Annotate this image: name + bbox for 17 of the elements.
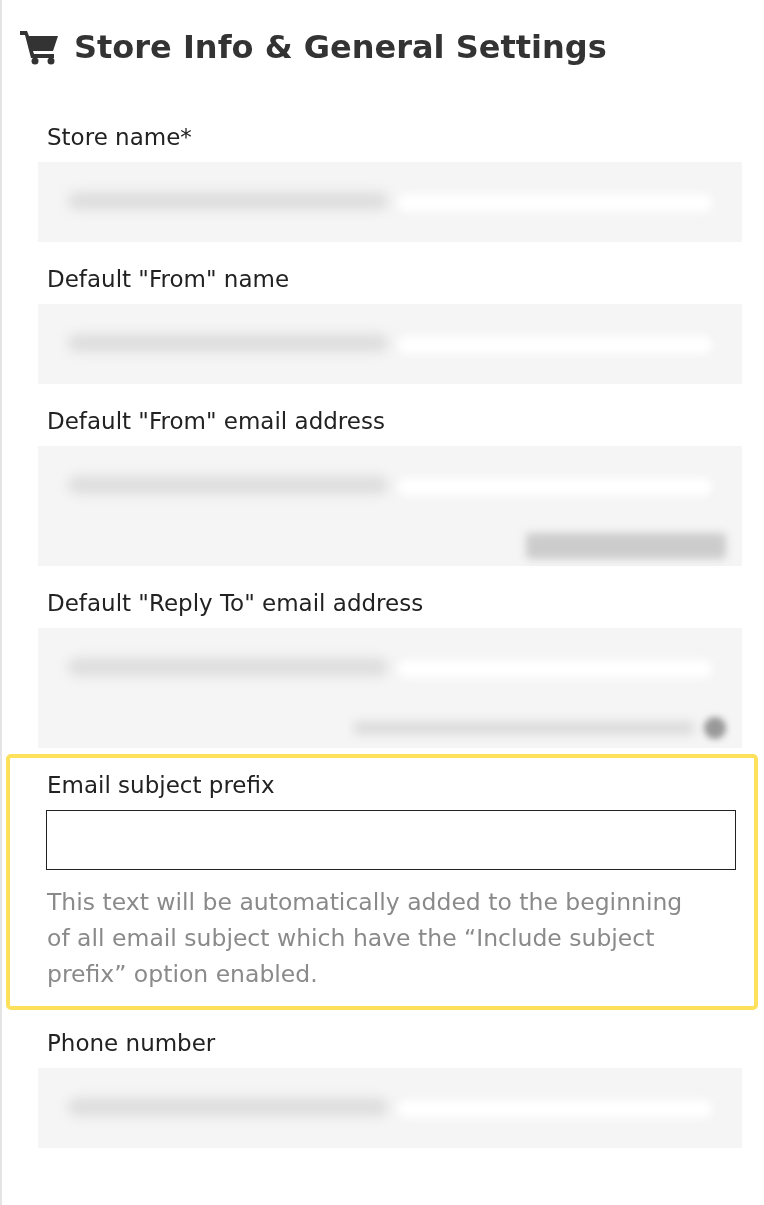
blurred-field[interactable]	[38, 162, 742, 242]
blurred-field[interactable]	[38, 628, 742, 708]
text-input[interactable]	[46, 810, 736, 870]
help-text: This text will be automatically added to the beginning of all email subject which have the “Include subject prefix” option enabled.	[47, 887, 684, 990]
blurred-button[interactable]	[526, 533, 726, 559]
field-label: Default "From" email address	[47, 408, 386, 434]
field-label: Default "Reply To" email address	[47, 590, 425, 616]
blurred-field[interactable]	[38, 304, 742, 384]
blurred-field[interactable]	[38, 1068, 742, 1148]
field-label: Store name*	[47, 124, 193, 150]
field-label: Phone number	[47, 1030, 217, 1056]
section-title: Store Info & General Settings	[74, 28, 607, 66]
field-label: Email subject prefix	[47, 772, 276, 798]
blurred-option[interactable]	[354, 717, 726, 739]
field-label: Default "From" name	[47, 266, 291, 292]
shopping-cart-icon	[20, 29, 60, 65]
blurred-field[interactable]	[38, 446, 742, 526]
